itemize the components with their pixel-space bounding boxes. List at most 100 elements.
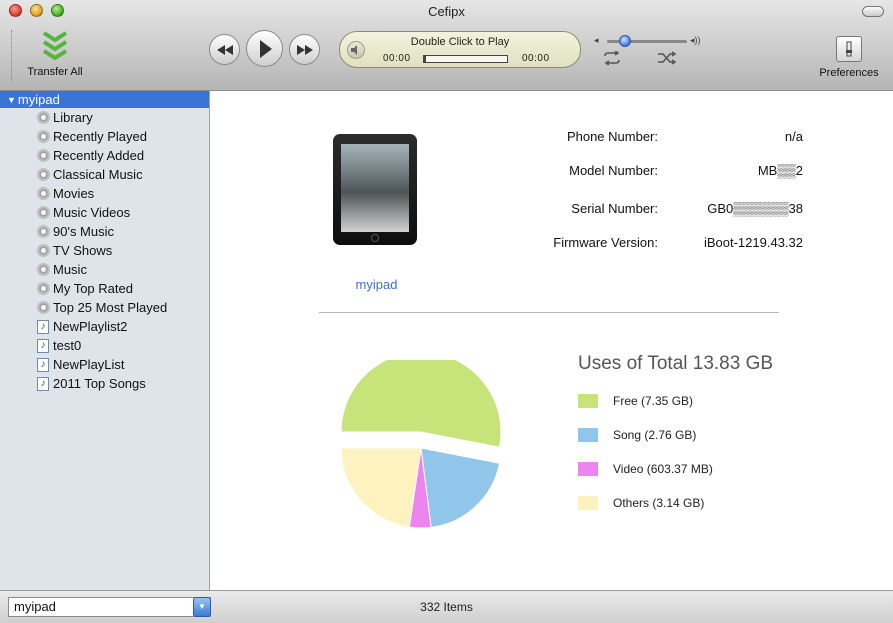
sidebar-item-label: My Top Rated (53, 281, 133, 296)
playback-progress-bar[interactable] (423, 55, 508, 63)
legend-entry: Video (603.37 MB) (578, 461, 713, 477)
phone-number-label: Phone Number: (566, 129, 658, 144)
elapsed-time: 00:00 (383, 53, 411, 64)
sidebar-list: Library Recently Played Recently Added Clas… (0, 108, 209, 393)
toolbar-separator (11, 30, 12, 82)
transfer-all-button[interactable]: Transfer All (20, 30, 90, 78)
window-title: Cefipx (428, 4, 465, 19)
playlist-icon: ♪ (36, 376, 50, 391)
items-count: 332 Items (420, 600, 473, 614)
sidebar-item-label: NewPlayList (53, 357, 125, 372)
preferences-label: Preferences (819, 67, 879, 79)
sidebar-item-label: 90's Music (53, 224, 115, 239)
smart-playlist-icon (36, 149, 50, 163)
smart-playlist-icon (36, 282, 50, 296)
legend-label: Song (2.76 GB) (613, 428, 697, 442)
sidebar-item[interactable]: Recently Added (0, 146, 209, 165)
sidebar-item[interactable]: TV Shows (0, 241, 209, 260)
sidebar-item[interactable]: My Top Rated (0, 279, 209, 298)
sidebar-item[interactable]: ♪ NewPlayList (0, 355, 209, 374)
sidebar-item-label: Music (53, 262, 87, 277)
legend-swatch (578, 496, 598, 510)
sidebar-device-label: myipad (17, 92, 60, 107)
model-number-value: MB▒▒2 (757, 163, 803, 178)
smart-playlist-icon (36, 225, 50, 239)
preferences-button[interactable]: Preferences (814, 36, 884, 79)
legend-label: Free (7.35 GB) (613, 394, 694, 408)
sidebar-item[interactable]: ♪ 2011 Top Songs (0, 374, 209, 393)
sidebar-item-label: 2011 Top Songs (53, 376, 146, 391)
smart-playlist-icon (36, 263, 50, 277)
sidebar-item-label: Classical Music (53, 167, 143, 182)
playlist-icon: ♪ (36, 338, 50, 353)
storage-pie-chart (340, 360, 502, 529)
volume-low-icon: ◂ (594, 35, 599, 45)
sidebar-item[interactable]: 90's Music (0, 222, 209, 241)
now-playing-display[interactable]: Double Click to Play 00:00 00:00 (339, 31, 581, 68)
sidebar-item-label: Movies (53, 186, 95, 201)
ipad-image (333, 134, 417, 245)
progress-fill (424, 56, 426, 62)
library-icon (36, 111, 50, 125)
sidebar-item[interactable]: Music (0, 260, 209, 279)
sidebar-item-label: TV Shows (53, 243, 113, 258)
play-icon (259, 39, 272, 58)
transfer-chevrons-icon (42, 31, 68, 60)
legend-label: Video (603.37 MB) (613, 462, 713, 476)
legend-label: Others (3.14 GB) (613, 496, 705, 510)
rewind-button[interactable] (209, 34, 240, 65)
sidebar-item[interactable]: Music Videos (0, 203, 209, 222)
disclosure-triangle-icon[interactable]: ▼ (7, 95, 16, 105)
playlist-icon: ♪ (36, 319, 50, 334)
shuffle-icon[interactable] (657, 51, 677, 65)
sidebar-item-label: Recently Added (53, 148, 145, 163)
transfer-all-label: Transfer All (27, 66, 83, 78)
fast-forward-icon (296, 44, 313, 55)
section-divider (319, 312, 779, 313)
preferences-icon (836, 36, 862, 62)
sidebar: ▼ myipad Library Recently Played Recently … (0, 91, 210, 590)
toolbar-toggle-button[interactable] (862, 6, 884, 17)
volume-slider[interactable]: ◂ ◂)) (594, 34, 704, 48)
volume-high-icon: ◂)) (690, 35, 701, 45)
status-bar: myipad ▼ 332 Items (0, 590, 893, 623)
volume-knob[interactable] (619, 35, 631, 47)
repeat-icon[interactable] (602, 51, 622, 65)
play-button[interactable] (246, 30, 283, 67)
smart-playlist-icon (36, 244, 50, 258)
device-name: myipad (355, 277, 398, 292)
legend-entry: Free (7.35 GB) (578, 393, 693, 409)
sidebar-item[interactable]: Movies (0, 184, 209, 203)
sidebar-item[interactable]: Recently Played (0, 127, 209, 146)
model-number-label: Model Number: (569, 163, 658, 178)
pie-slice-song (420, 447, 501, 528)
legend-swatch (578, 394, 598, 408)
sidebar-item-label: Top 25 Most Played (53, 300, 168, 315)
sidebar-item[interactable]: Classical Music (0, 165, 209, 184)
sidebar-item-label: Library (53, 110, 93, 125)
sidebar-item[interactable]: Library (0, 108, 209, 127)
legend-swatch (578, 462, 598, 476)
sidebar-item-label: NewPlaylist2 (53, 319, 128, 334)
pie-slice-others (340, 447, 422, 528)
smart-playlist-icon (36, 206, 50, 220)
legend-entry: Song (2.76 GB) (578, 427, 696, 443)
legend-entry: Others (3.14 GB) (578, 495, 704, 511)
sidebar-item[interactable]: ♪ test0 (0, 336, 209, 355)
smart-playlist-icon (36, 130, 50, 144)
sidebar-item-label: Recently Played (53, 129, 147, 144)
firmware-version-value: iBoot-1219.43.32 (703, 235, 803, 250)
firmware-version-label: Firmware Version: (553, 235, 658, 250)
serial-number-value: GB0▒▒▒▒▒▒38 (707, 201, 803, 216)
sidebar-item-label: test0 (53, 338, 82, 353)
sidebar-item-label: Music Videos (53, 205, 131, 220)
title-toolbar: Cefipx Transfer All Double Click to Play… (0, 0, 893, 91)
remaining-time: 00:00 (522, 53, 550, 64)
smart-playlist-icon (36, 187, 50, 201)
sidebar-item[interactable]: ♪ NewPlaylist2 (0, 317, 209, 336)
rewind-icon (216, 44, 233, 55)
sidebar-item[interactable]: Top 25 Most Played (0, 298, 209, 317)
sidebar-device-myipad[interactable]: ▼ myipad (0, 91, 209, 108)
fast-forward-button[interactable] (289, 34, 320, 65)
smart-playlist-icon (36, 301, 50, 315)
